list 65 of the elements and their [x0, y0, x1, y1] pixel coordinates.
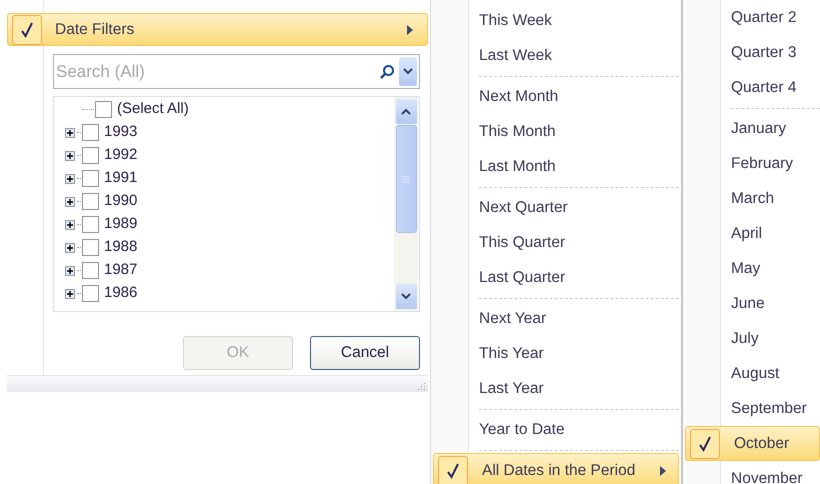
expand-icon[interactable] [65, 242, 75, 252]
menu-item[interactable]: April [731, 216, 820, 251]
menu-item[interactable]: Last Quarter [479, 260, 679, 295]
tree-item-label: (Select All) [117, 99, 189, 120]
tree-item-label: 1991 [104, 168, 138, 188]
menu-item[interactable]: Quarter 2 [731, 0, 820, 35]
menu-item[interactable]: Next Quarter [479, 190, 679, 225]
search-icon [379, 64, 395, 80]
menu-item[interactable]: March [731, 181, 820, 216]
menu-item[interactable]: January [731, 111, 820, 146]
checkbox[interactable] [82, 170, 99, 187]
menu-item[interactable]: This Year [479, 336, 679, 371]
tree-item-label: 1987 [104, 260, 138, 280]
resize-grip-icon[interactable] [418, 382, 426, 390]
tree-item-label: 1990 [104, 191, 138, 212]
menu-item[interactable]: Last Month [479, 149, 679, 184]
tree-item-label: 1986 [104, 283, 138, 304]
scrollbar[interactable] [394, 97, 418, 311]
menu-item[interactable]: Last Week [479, 38, 679, 73]
cancel-button[interactable]: Cancel [310, 336, 420, 370]
chevron-down-icon [403, 68, 413, 75]
checkbox[interactable] [82, 147, 99, 164]
menu-item[interactable]: Date Filters [7, 13, 428, 46]
checkbox[interactable] [82, 216, 99, 233]
menu-item[interactable]: Next Year [479, 301, 679, 336]
expand-icon[interactable] [65, 150, 75, 160]
menu-item[interactable]: July [731, 321, 820, 356]
search-field[interactable]: Search (All) [54, 55, 379, 88]
checkbox[interactable] [82, 239, 99, 256]
checkbox[interactable] [82, 193, 99, 210]
tree-item-label: 1989 [104, 214, 138, 234]
menu-item[interactable]: Last Year [479, 371, 679, 406]
expand-icon[interactable] [65, 266, 75, 276]
tree-item-label: 1988 [104, 237, 138, 258]
search-bar[interactable]: Search (All) [53, 54, 420, 89]
menu-item[interactable]: October [685, 426, 820, 461]
scroll-up-icon[interactable] [401, 108, 411, 115]
menu-item[interactable]: May [731, 251, 820, 286]
expand-icon[interactable] [65, 128, 75, 138]
menu-item[interactable]: June [731, 286, 820, 321]
menu-item[interactable]: Year to Date [479, 412, 679, 447]
tree-item-label: 1993 [104, 122, 138, 142]
menu-item[interactable]: September [731, 391, 820, 426]
menu-item[interactable]: Quarter 3 [731, 35, 820, 70]
scroll-thumb[interactable] [396, 125, 416, 233]
checkbox[interactable] [95, 101, 112, 118]
menu-item[interactable]: February [731, 146, 820, 181]
menu-item[interactable]: This Month [479, 114, 679, 149]
expand-icon[interactable] [65, 196, 75, 206]
menu-item[interactable]: All Dates in the Period [433, 453, 679, 484]
menu-item[interactable]: Quarter 4 [731, 70, 820, 105]
menu-item[interactable]: November [731, 461, 820, 484]
expand-icon[interactable] [65, 174, 75, 184]
expand-icon[interactable] [65, 288, 75, 298]
dropdown-button[interactable] [399, 57, 417, 86]
expand-icon[interactable] [65, 220, 75, 230]
tree-item-label: 1992 [104, 145, 138, 166]
checkbox[interactable] [82, 285, 99, 302]
menu-item[interactable]: This Quarter [479, 225, 679, 260]
checkbox[interactable] [82, 262, 99, 279]
checkbox[interactable] [82, 124, 99, 141]
scroll-down-icon[interactable] [401, 293, 411, 300]
menu-item[interactable]: Next Month [479, 79, 679, 114]
menu-item[interactable]: This Week [479, 3, 679, 38]
menu-item[interactable]: August [731, 356, 820, 391]
